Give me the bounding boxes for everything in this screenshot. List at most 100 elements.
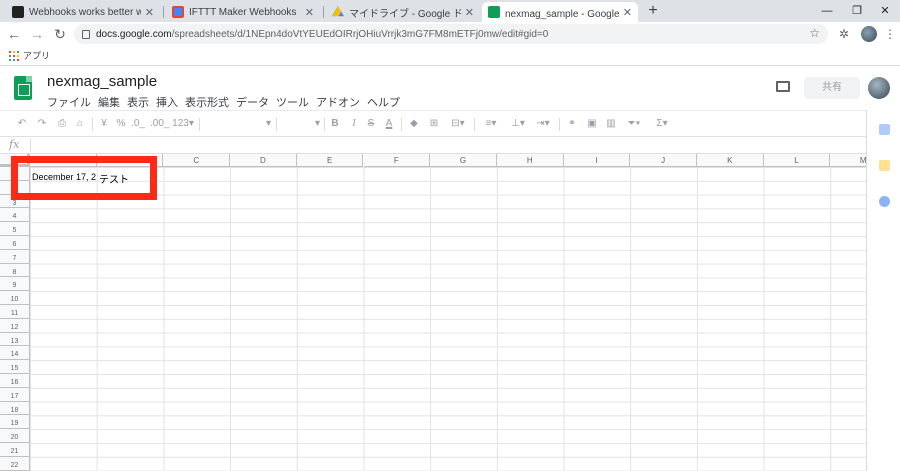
fill-color-icon[interactable]: ◆	[407, 116, 421, 132]
row-header[interactable]: 16	[0, 374, 30, 388]
row-header[interactable]: 22	[0, 456, 30, 471]
bold-button[interactable]: B	[328, 116, 342, 132]
column-header[interactable]: E	[296, 154, 364, 167]
text-wrap-icon[interactable]: ⇥▾	[532, 116, 554, 132]
column-header[interactable]: K	[697, 154, 764, 167]
row-header[interactable]: 8	[0, 263, 30, 278]
more-formats-button[interactable]: 123▾	[171, 116, 195, 132]
column-header[interactable]: H	[496, 154, 564, 167]
back-arrow-icon[interactable]: ←	[5, 25, 23, 43]
row-header[interactable]: 18	[0, 401, 30, 416]
menu-view[interactable]: 表示	[127, 94, 149, 110]
menu-help[interactable]: ヘルプ	[367, 94, 400, 110]
row-header[interactable]: 11	[0, 305, 30, 319]
row-header[interactable]: 9	[0, 277, 30, 292]
insert-comment-icon[interactable]: ▣	[585, 116, 599, 132]
close-icon[interactable]: ✕	[465, 6, 474, 19]
account-avatar[interactable]	[868, 77, 890, 99]
profile-avatar[interactable]	[861, 26, 877, 42]
formula-bar[interactable]: fx	[0, 137, 866, 154]
close-icon[interactable]: ✕	[623, 6, 632, 19]
print-icon[interactable]: ⎙	[55, 116, 69, 132]
row-header[interactable]: 13	[0, 332, 30, 347]
browser-tab-google-drive[interactable]: マイドライブ - Google ドライブ ✕	[326, 2, 480, 22]
menu-data[interactable]: データ	[236, 94, 269, 110]
strikethrough-button[interactable]: S	[364, 116, 378, 132]
column-header[interactable]: G	[430, 154, 497, 167]
column-header[interactable]: F	[363, 154, 431, 167]
close-icon[interactable]: ✕	[305, 6, 314, 19]
row-header[interactable]: 21	[0, 443, 30, 457]
tab-title: マイドライブ - Google ドライブ	[349, 8, 461, 20]
reload-icon[interactable]: ↻	[51, 25, 69, 43]
column-header[interactable]: D	[230, 154, 297, 167]
undo-icon[interactable]: ↶	[15, 116, 29, 132]
share-button[interactable]: 共有	[804, 77, 860, 99]
row-header[interactable]: 6	[0, 236, 30, 250]
apps-grid-icon[interactable]	[9, 50, 19, 61]
column-header[interactable]: L	[763, 154, 831, 167]
row-header[interactable]: 7	[0, 249, 30, 264]
row-header[interactable]: 15	[0, 360, 30, 374]
merge-cells-icon[interactable]: ⊟▾	[446, 116, 470, 132]
calendar-icon[interactable]	[879, 124, 890, 135]
font-family-select[interactable]: ▾	[205, 116, 271, 132]
browser-tab-sheets[interactable]: nexmag_sample - Google スプレッドシート ✕	[482, 2, 638, 22]
functions-button[interactable]: Σ▾	[651, 116, 673, 132]
row-header[interactable]: 19	[0, 415, 30, 430]
paint-format-icon[interactable]: ⌂	[73, 116, 87, 132]
chrome-menu-icon[interactable]: ⋮	[882, 26, 898, 42]
menu-tools[interactable]: ツール	[276, 94, 309, 110]
redo-icon[interactable]: ↷	[35, 116, 49, 132]
borders-icon[interactable]: ⊞	[427, 116, 441, 132]
keep-icon[interactable]	[879, 160, 890, 171]
browser-tab-ifttt-maker[interactable]: IFTTT Maker Webhooks ✕	[166, 2, 320, 22]
document-title[interactable]: nexmag_sample	[47, 73, 157, 90]
decrease-decimal-button[interactable]: .0_	[131, 116, 145, 132]
vertical-align-icon[interactable]: ⊥▾	[507, 116, 529, 132]
close-window-icon[interactable]: ✕	[870, 0, 900, 22]
font-size-select[interactable]: ▾	[282, 116, 320, 132]
insert-link-icon[interactable]: ⚭	[565, 116, 579, 132]
menu-file[interactable]: ファイル	[47, 94, 91, 110]
tasks-icon[interactable]	[879, 196, 890, 207]
row-header[interactable]: 14	[0, 346, 30, 361]
comment-icon[interactable]	[776, 81, 790, 92]
column-header[interactable]: I	[563, 154, 631, 167]
row-header[interactable]: 5	[0, 222, 30, 236]
minimize-icon[interactable]: —	[812, 0, 842, 22]
new-tab-button[interactable]: +	[646, 2, 660, 20]
forward-arrow-icon[interactable]: →	[28, 25, 46, 43]
menu-format[interactable]: 表示形式	[185, 94, 229, 110]
menu-edit[interactable]: 編集	[98, 94, 120, 110]
browser-toolbar: ← → ↻ docs.google.com /spreadsheets/d/1N…	[0, 22, 900, 46]
bookmark-star-icon[interactable]: ☆	[809, 26, 820, 40]
currency-format-button[interactable]: ¥	[98, 116, 110, 132]
menu-insert[interactable]: 挿入	[156, 94, 178, 110]
italic-button[interactable]: I	[347, 116, 361, 132]
filter-icon[interactable]: ⏷▾	[623, 116, 645, 132]
close-icon[interactable]: ✕	[145, 6, 154, 19]
cell-area[interactable]	[30, 167, 866, 471]
increase-decimal-button[interactable]: .00_	[150, 116, 169, 132]
column-header[interactable]: J	[630, 154, 697, 167]
horizontal-align-icon[interactable]: ≡▾	[480, 116, 502, 132]
spreadsheet-grid[interactable]: ABCDEFGHIJKLM 1 2 3 4 5 6 7 8 9 10 11 12 13 14 15 16 17 1…	[0, 154, 866, 471]
row-header[interactable]: 17	[0, 387, 30, 402]
insert-chart-icon[interactable]: ▥	[604, 116, 618, 132]
percent-format-button[interactable]: %	[115, 116, 127, 132]
address-bar[interactable]: docs.google.com /spreadsheets/d/1NEpn4do…	[74, 24, 828, 44]
sheets-logo-icon[interactable]	[14, 76, 32, 100]
column-header[interactable]: M	[830, 154, 866, 167]
row-header[interactable]: 10	[0, 291, 30, 305]
text-color-button[interactable]: A	[382, 116, 396, 132]
row-header[interactable]: 20	[0, 429, 30, 443]
column-header[interactable]: C	[163, 154, 231, 167]
browser-tab-ifttt-webhooks[interactable]: Webhooks works better with IFTTT ✕	[6, 2, 160, 22]
extension-icon[interactable]: ✲	[836, 26, 852, 42]
row-header[interactable]: 12	[0, 318, 30, 333]
row-header[interactable]: 4	[0, 208, 30, 223]
bookmark-apps[interactable]: アプリ	[23, 49, 50, 62]
menu-addons[interactable]: アドオン	[316, 94, 360, 110]
restore-icon[interactable]: ❐	[842, 0, 872, 22]
